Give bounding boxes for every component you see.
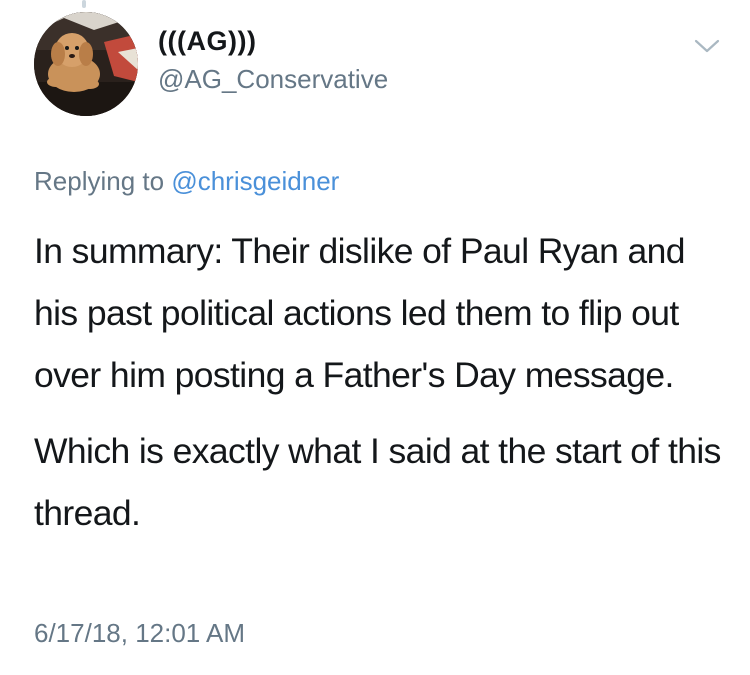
tweet-paragraph: Which is exactly what I said at the star…: [34, 431, 721, 533]
tweet-timestamp[interactable]: 6/17/18, 12:01 AM: [34, 618, 245, 649]
tweet-paragraph: In summary: Their dislike of Paul Ryan a…: [34, 231, 686, 395]
author-handle[interactable]: @AG_Conservative: [158, 64, 388, 95]
replying-to-label: Replying to: [34, 166, 165, 196]
replying-to-mention-link[interactable]: @chrisgeidner: [171, 166, 339, 196]
avatar-image: [34, 12, 138, 116]
author-display-name[interactable]: (((AG))): [158, 26, 256, 57]
thread-connector-line: [82, 0, 86, 8]
tweet-body: In summary: Their dislike of Paul Ryan a…: [34, 220, 724, 558]
replying-to-line: Replying to @chrisgeidner: [34, 166, 339, 197]
chevron-down-icon[interactable]: [692, 36, 722, 56]
avatar[interactable]: [34, 12, 138, 116]
